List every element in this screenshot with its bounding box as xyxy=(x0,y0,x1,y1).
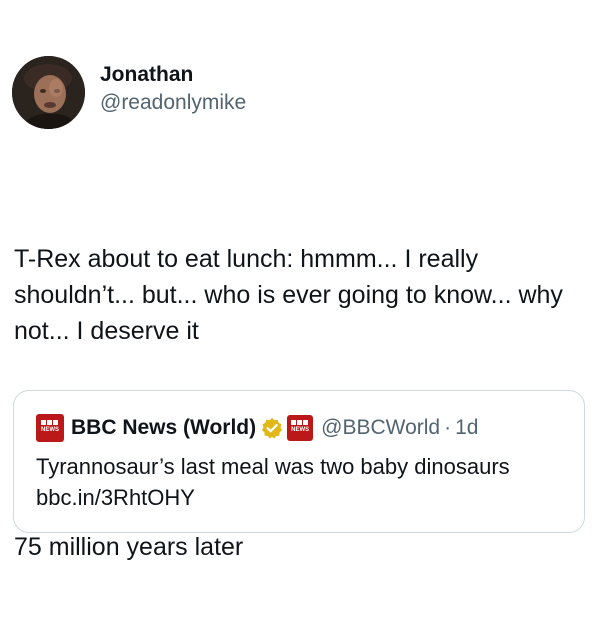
profile-photo xyxy=(12,56,85,129)
tweet-text-line-1: T-Rex about to eat lunch: hmmm... I real… xyxy=(14,245,570,345)
author-names: Jonathan @readonlymike xyxy=(100,61,246,117)
bbc-affiliate-badge-icon: NEWS xyxy=(287,415,314,441)
quoted-tweet-timestamp[interactable]: 1d xyxy=(455,416,478,440)
bbc-affiliate-logo-text: NEWS xyxy=(291,427,310,433)
meta-separator: · xyxy=(444,416,452,439)
tweet-header: Jonathan @readonlymike xyxy=(12,56,246,129)
author-handle[interactable]: @readonlymike xyxy=(100,89,246,117)
quoted-tweet-card[interactable]: NEWS BBC News (World) NEWS @BBCWorld · 1… xyxy=(13,390,585,533)
quoted-author-handle[interactable]: @BBCWorld xyxy=(321,416,440,440)
quoted-author-name[interactable]: BBC News (World) xyxy=(71,416,256,440)
bbc-blocks xyxy=(41,420,58,425)
bbc-blocks-small xyxy=(291,420,309,425)
tweet-text-line-2: 75 million years later xyxy=(14,533,244,561)
author-display-name[interactable]: Jonathan xyxy=(100,61,246,89)
quoted-tweet-text: Tyrannosaur’s last meal was two baby din… xyxy=(36,454,510,510)
bbc-logo-text: NEWS xyxy=(41,427,59,433)
bbc-news-logo-icon[interactable]: NEWS xyxy=(36,414,64,442)
quoted-tweet-header: NEWS BBC News (World) NEWS @BBCWorld · 1… xyxy=(36,414,478,442)
avatar[interactable] xyxy=(12,56,85,129)
tweet: Jonathan @readonlymike T-Rex about to ea… xyxy=(0,0,600,600)
verified-badge-icon xyxy=(261,417,283,439)
